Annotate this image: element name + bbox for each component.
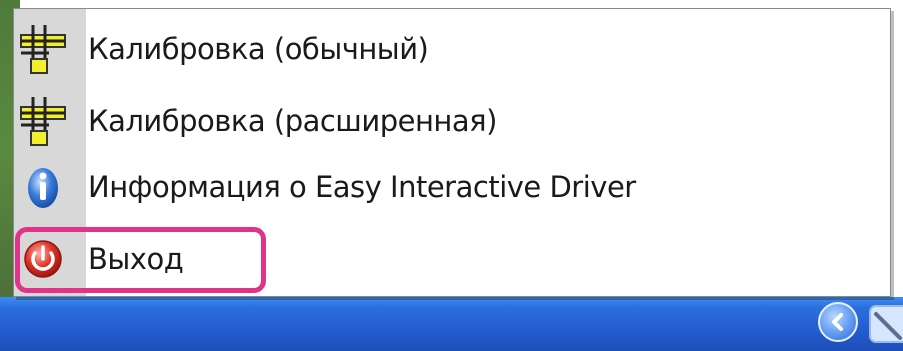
tray-pen-icon[interactable] (866, 300, 903, 346)
menu-item-label: Калибровка (обычный) (88, 32, 429, 66)
menu-item-calibration-extended[interactable]: Калибровка (расширенная) (14, 92, 884, 150)
menu-item-label: Калибровка (расширенная) (88, 104, 497, 138)
taskbar (0, 297, 903, 351)
info-icon (14, 158, 72, 216)
menu-item-label: Информация о Easy Interactive Driver (88, 170, 636, 204)
menu-item-driver-info[interactable]: Информация о Easy Interactive Driver (14, 158, 884, 216)
crosshair-calibration-icon (14, 20, 72, 78)
exit-highlight-frame (15, 227, 266, 293)
tray-expand-button[interactable] (818, 302, 858, 342)
menu-item-calibration-normal[interactable]: Калибровка (обычный) (14, 20, 884, 78)
crosshair-calibration-icon (14, 92, 72, 150)
chevron-left-icon (832, 313, 843, 331)
